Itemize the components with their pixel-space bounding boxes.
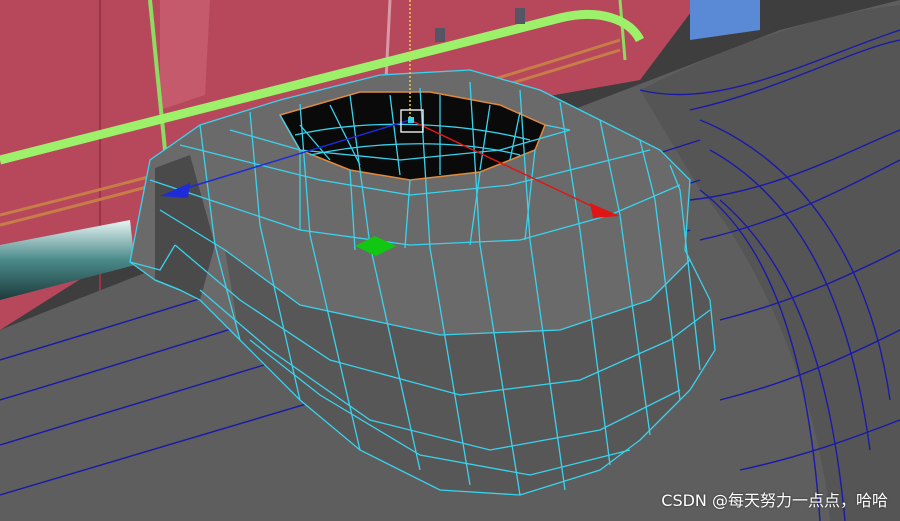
pivot-center-icon — [408, 117, 414, 123]
viewport-scene[interactable] — [0, 0, 900, 521]
3d-viewport[interactable]: CSDN @每天努力一点点，哈哈 — [0, 0, 900, 521]
watermark-text: CSDN @每天努力一点点，哈哈 — [661, 491, 888, 510]
